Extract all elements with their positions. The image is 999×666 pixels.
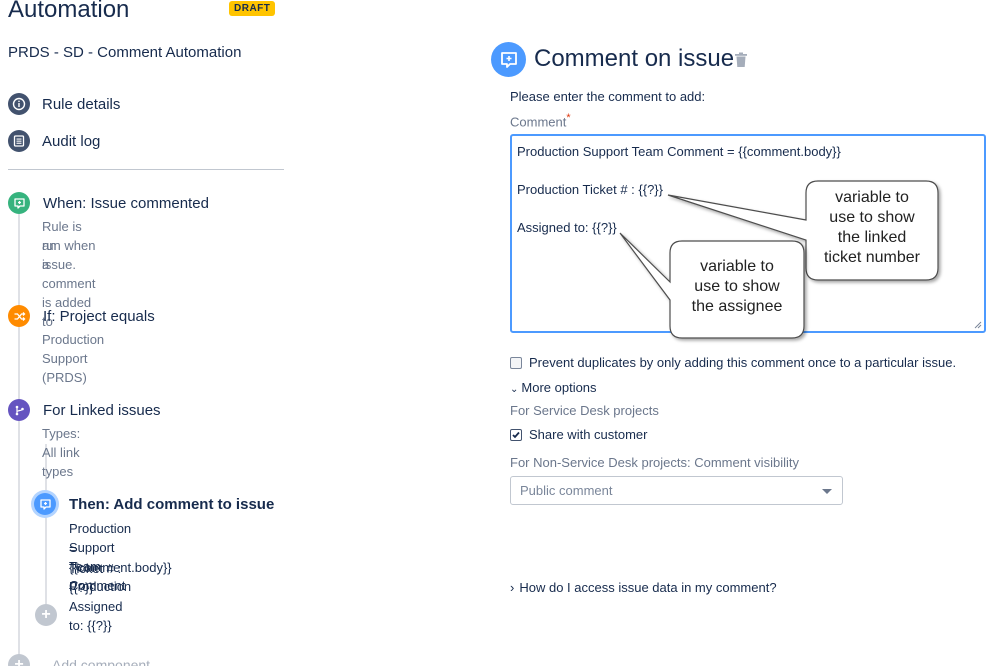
checkmark-icon	[512, 431, 520, 438]
non-service-desk-label: For Non-Service Desk projects: Comment v…	[510, 455, 799, 470]
branch-title: For Linked issues	[43, 402, 161, 419]
callout-linked-text: variable to use to show the linked ticke…	[806, 188, 938, 268]
comment-line-2	[517, 161, 979, 180]
info-icon	[8, 93, 30, 115]
share-with-customer-box[interactable]	[510, 428, 522, 441]
trash-icon[interactable]	[734, 52, 748, 68]
prevent-duplicates-box[interactable]	[510, 356, 522, 369]
nav-rule-details-label: Rule details	[42, 95, 121, 113]
comment-label-text: Comment	[510, 114, 567, 130]
editor-title: Comment on issue	[534, 45, 735, 72]
help-link-label: How do I access issue data in my comment…	[519, 580, 777, 595]
add-component-button[interactable]: +	[8, 654, 30, 666]
action-title: Then: Add comment to issue	[69, 496, 275, 513]
list-icon	[8, 130, 30, 152]
comment-trigger-icon	[8, 192, 30, 214]
comment-field-label: Comment*	[510, 112, 571, 129]
callout-linked-line2: use to show	[829, 209, 915, 226]
shuffle-condition-icon	[8, 305, 30, 327]
service-desk-label: For Service Desk projects	[510, 403, 659, 418]
comment-visibility-select[interactable]: Public comment	[510, 476, 843, 505]
rule-name[interactable]: PRDS - SD - Comment Automation	[8, 44, 241, 61]
add-component-label[interactable]: Add component	[52, 657, 150, 666]
nav-divider	[8, 169, 284, 170]
callout-assignee-line2: use to show	[694, 278, 780, 295]
issue-data-help-link[interactable]: › How do I access issue data in my commen…	[510, 580, 777, 595]
comment-action-icon	[34, 493, 56, 515]
branch-desc: Types: All link types	[42, 426, 81, 479]
draft-badge: DRAFT	[229, 1, 276, 16]
caret-down-icon	[822, 489, 832, 494]
callout-assignee-text: variable to use to show the assignee	[670, 257, 804, 317]
callout-linked-line1: variable to	[835, 189, 909, 206]
nav-audit-log-label: Audit log	[42, 132, 101, 150]
add-branch-component-button[interactable]: +	[35, 604, 57, 626]
more-options-label: More options	[521, 380, 597, 395]
condition-desc: Production Support (PRDS)	[42, 332, 105, 385]
prevent-duplicates-checkbox[interactable]: Prevent duplicates by only adding this c…	[510, 355, 956, 370]
action-desc-line3: Ticket # : {{?}} Assigned to: {{?}}	[69, 561, 123, 633]
comment-prompt: Please enter the comment to add:	[510, 89, 706, 104]
comment-line-1: Production Support Team Comment = {{comm…	[517, 144, 841, 159]
required-mark: *	[566, 112, 571, 124]
prevent-duplicates-label: Prevent duplicates by only adding this c…	[529, 355, 957, 370]
trigger-desc-line2: an issue.	[42, 238, 76, 272]
page-title: Automation	[8, 0, 130, 23]
condition-title: If: Project equals	[43, 308, 155, 325]
nav-rule-details[interactable]: Rule details	[8, 93, 120, 115]
chevron-right-icon: ›	[510, 580, 515, 595]
comment-visibility-value: Public comment	[520, 483, 613, 498]
share-with-customer-checkbox[interactable]: Share with customer	[510, 427, 648, 442]
branch-icon	[8, 399, 30, 421]
comment-action-header-icon	[491, 42, 526, 77]
more-options-toggle[interactable]: ⌄ More options	[510, 380, 597, 395]
chevron-down-icon: ⌄	[510, 384, 519, 395]
trigger-title: When: Issue commented	[43, 195, 209, 212]
callout-linked-line3: the linked	[837, 229, 907, 246]
share-with-customer-label: Share with customer	[529, 427, 648, 442]
timeline-connector	[18, 214, 20, 664]
nav-audit-log[interactable]: Audit log	[8, 130, 100, 152]
callout-assignee-line3: the assignee	[691, 298, 783, 315]
callout-linked-line4: ticket number	[823, 249, 921, 266]
callout-assignee-line1: variable to	[700, 258, 774, 275]
resize-handle-icon[interactable]	[974, 321, 982, 329]
